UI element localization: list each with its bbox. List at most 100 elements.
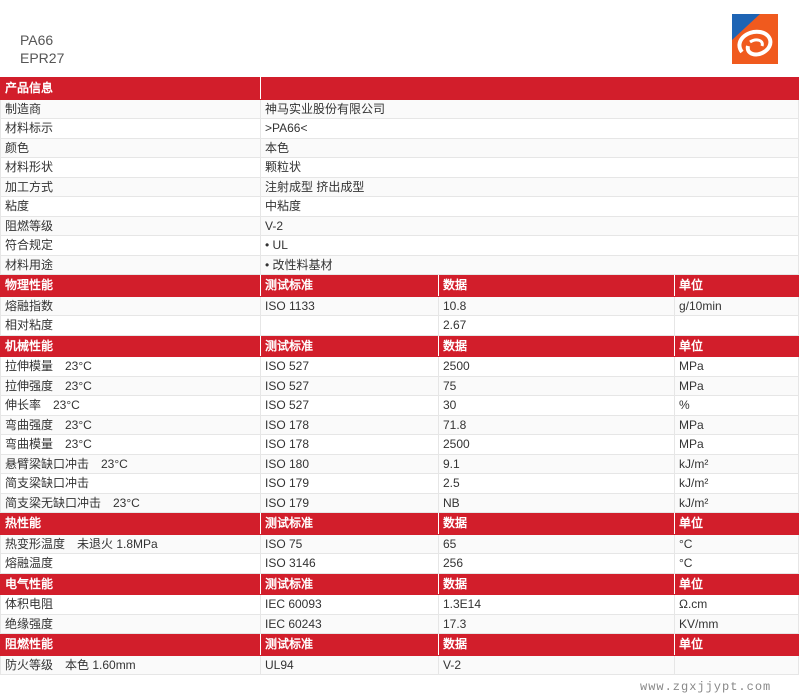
section-title: 机械性能: [0, 334, 261, 357]
property-name: 材料用途: [0, 254, 261, 275]
column-header-value: 数据: [438, 572, 675, 595]
product-grade-code: EPR27: [20, 50, 65, 66]
column-header-unit: 单位: [673, 633, 800, 656]
property-name: 材料标示: [0, 118, 261, 139]
property-name: 熔融指数: [0, 295, 261, 316]
table-row: 熔融温度 ISO 3146 256 °C: [0, 553, 800, 574]
property-value: 30: [438, 395, 675, 416]
table-row: 加工方式 注射成型 挤出成型: [0, 176, 800, 197]
property-name: 材料形状: [0, 157, 261, 178]
property-unit: MPa: [673, 414, 800, 435]
property-unit: %: [673, 395, 800, 416]
property-value: 65: [438, 533, 675, 554]
property-unit: [673, 654, 800, 675]
property-value: 71.8: [438, 414, 675, 435]
column-header-value: 数据: [438, 512, 675, 535]
spec-table: 产品信息 制造商 神马实业股份有限公司 材料标示 >PA66< 颜色 本色 材料形状 颗粒状 加工…: [0, 77, 800, 675]
section-header-row: 机械性能 测试标准 数据 单位: [0, 334, 800, 357]
table-row: 颜色 本色: [0, 137, 800, 158]
property-value: 本色: [259, 137, 800, 158]
property-name: 绝缘强度: [0, 613, 261, 634]
property-unit: g/10min: [673, 295, 800, 316]
property-value: 2.5: [438, 473, 675, 494]
property-unit: [673, 315, 800, 336]
column-header-value: 数据: [438, 334, 675, 357]
test-standard: ISO 178: [260, 434, 439, 455]
property-unit: kJ/m²: [673, 492, 800, 513]
column-header-value: 数据: [438, 274, 675, 297]
property-name: 体积电阻: [0, 594, 261, 615]
property-value: 75: [438, 375, 675, 396]
table-row: 热变形温度 未退火 1.8MPa ISO 75 65 °C: [0, 533, 800, 554]
property-value: NB: [438, 492, 675, 513]
table-row: 弯曲模量 23°C ISO 178 2500 MPa: [0, 434, 800, 455]
table-row: 拉伸强度 23°C ISO 527 75 MPa: [0, 375, 800, 396]
property-name: 简支梁无缺口冲击 23°C: [0, 492, 261, 513]
property-name: 相对粘度: [0, 315, 261, 336]
property-name: 拉伸模量 23°C: [0, 356, 261, 377]
table-row: 伸长率 23°C ISO 527 30%: [0, 395, 800, 416]
property-value: V-2: [438, 654, 675, 675]
property-unit: Ω.cm: [673, 594, 800, 615]
property-unit: °C: [673, 553, 800, 574]
property-value: • UL: [259, 235, 800, 256]
product-grade-title: PA66: [20, 32, 54, 48]
column-header-standard: 测试标准: [260, 572, 439, 595]
section-title: 物理性能: [0, 274, 261, 297]
property-name: 防火等级 本色 1.60mm: [0, 654, 261, 675]
table-row: 熔融指数 ISO 1133 10.8 g/10min: [0, 295, 800, 316]
test-standard: ISO 1133: [260, 295, 439, 316]
property-value: 颗粒状: [259, 157, 800, 178]
property-value: 17.3: [438, 613, 675, 634]
section-header-row: 热性能 测试标准 数据 单位: [0, 512, 800, 535]
property-name: 简支梁缺口冲击: [0, 473, 261, 494]
property-unit: kJ/m²: [673, 453, 800, 474]
table-row: 悬臂梁缺口冲击 23°C ISO 180 9.1 kJ/m²: [0, 453, 800, 474]
property-name: 粘度: [0, 196, 261, 217]
property-unit: MPa: [673, 375, 800, 396]
column-header-unit: 单位: [673, 274, 800, 297]
section-title: 热性能: [0, 512, 261, 535]
property-value: 2500: [438, 434, 675, 455]
column-header-unit: 单位: [673, 512, 800, 535]
test-standard: IEC 60243: [260, 613, 439, 634]
table-row: 防火等级 本色 1.60mm UL94 V-2: [0, 654, 800, 675]
property-value: V-2: [259, 215, 800, 236]
property-name: 符合规定: [0, 235, 261, 256]
section-title: 阻燃性能: [0, 633, 261, 656]
column-header-standard: 测试标准: [260, 334, 439, 357]
property-name: 拉伸强度 23°C: [0, 375, 261, 396]
property-value: 256: [438, 553, 675, 574]
table-row: 拉伸模量 23°C ISO 527 2500 MPa: [0, 356, 800, 377]
brand-logo-icon: [732, 14, 778, 64]
test-standard: ISO 75: [260, 533, 439, 554]
property-name: 弯曲强度 23°C: [0, 414, 261, 435]
table-row: 粘度 中粘度: [0, 196, 800, 217]
spec-table-body: 产品信息 制造商 神马实业股份有限公司 材料标示 >PA66< 颜色 本色 材料形状 颗粒状 加工…: [0, 77, 800, 675]
property-name: 热变形温度 未退火 1.8MPa: [0, 533, 261, 554]
property-name: 悬臂梁缺口冲击 23°C: [0, 453, 261, 474]
property-name: 弯曲模量 23°C: [0, 434, 261, 455]
section-header-row: 产品信息: [0, 77, 800, 100]
property-name: 颜色: [0, 137, 261, 158]
section-header-row: 阻燃性能 测试标准 数据 单位: [0, 633, 800, 656]
test-standard: [260, 315, 439, 336]
property-value: 10.8: [438, 295, 675, 316]
test-standard: ISO 179: [260, 473, 439, 494]
property-value: 9.1: [438, 453, 675, 474]
test-standard: ISO 3146: [260, 553, 439, 574]
test-standard: UL94: [260, 654, 439, 675]
property-value: 中粘度: [259, 196, 800, 217]
property-name: 加工方式: [0, 176, 261, 197]
property-value: 1.3E14: [438, 594, 675, 615]
property-name: 阻燃等级: [0, 215, 261, 236]
test-standard: ISO 180: [260, 453, 439, 474]
table-row: 制造商 神马实业股份有限公司: [0, 98, 800, 119]
table-row: 阻燃等级 V-2: [0, 215, 800, 236]
table-row: 符合规定 • UL: [0, 235, 800, 256]
section-header-row: 电气性能 测试标准 数据 单位: [0, 572, 800, 595]
column-header-standard: 测试标准: [260, 512, 439, 535]
column-header-value: 数据: [438, 633, 675, 656]
table-row: 材料用途 • 改性料基材: [0, 254, 800, 275]
page-header: PA66 EPR27: [0, 0, 800, 76]
